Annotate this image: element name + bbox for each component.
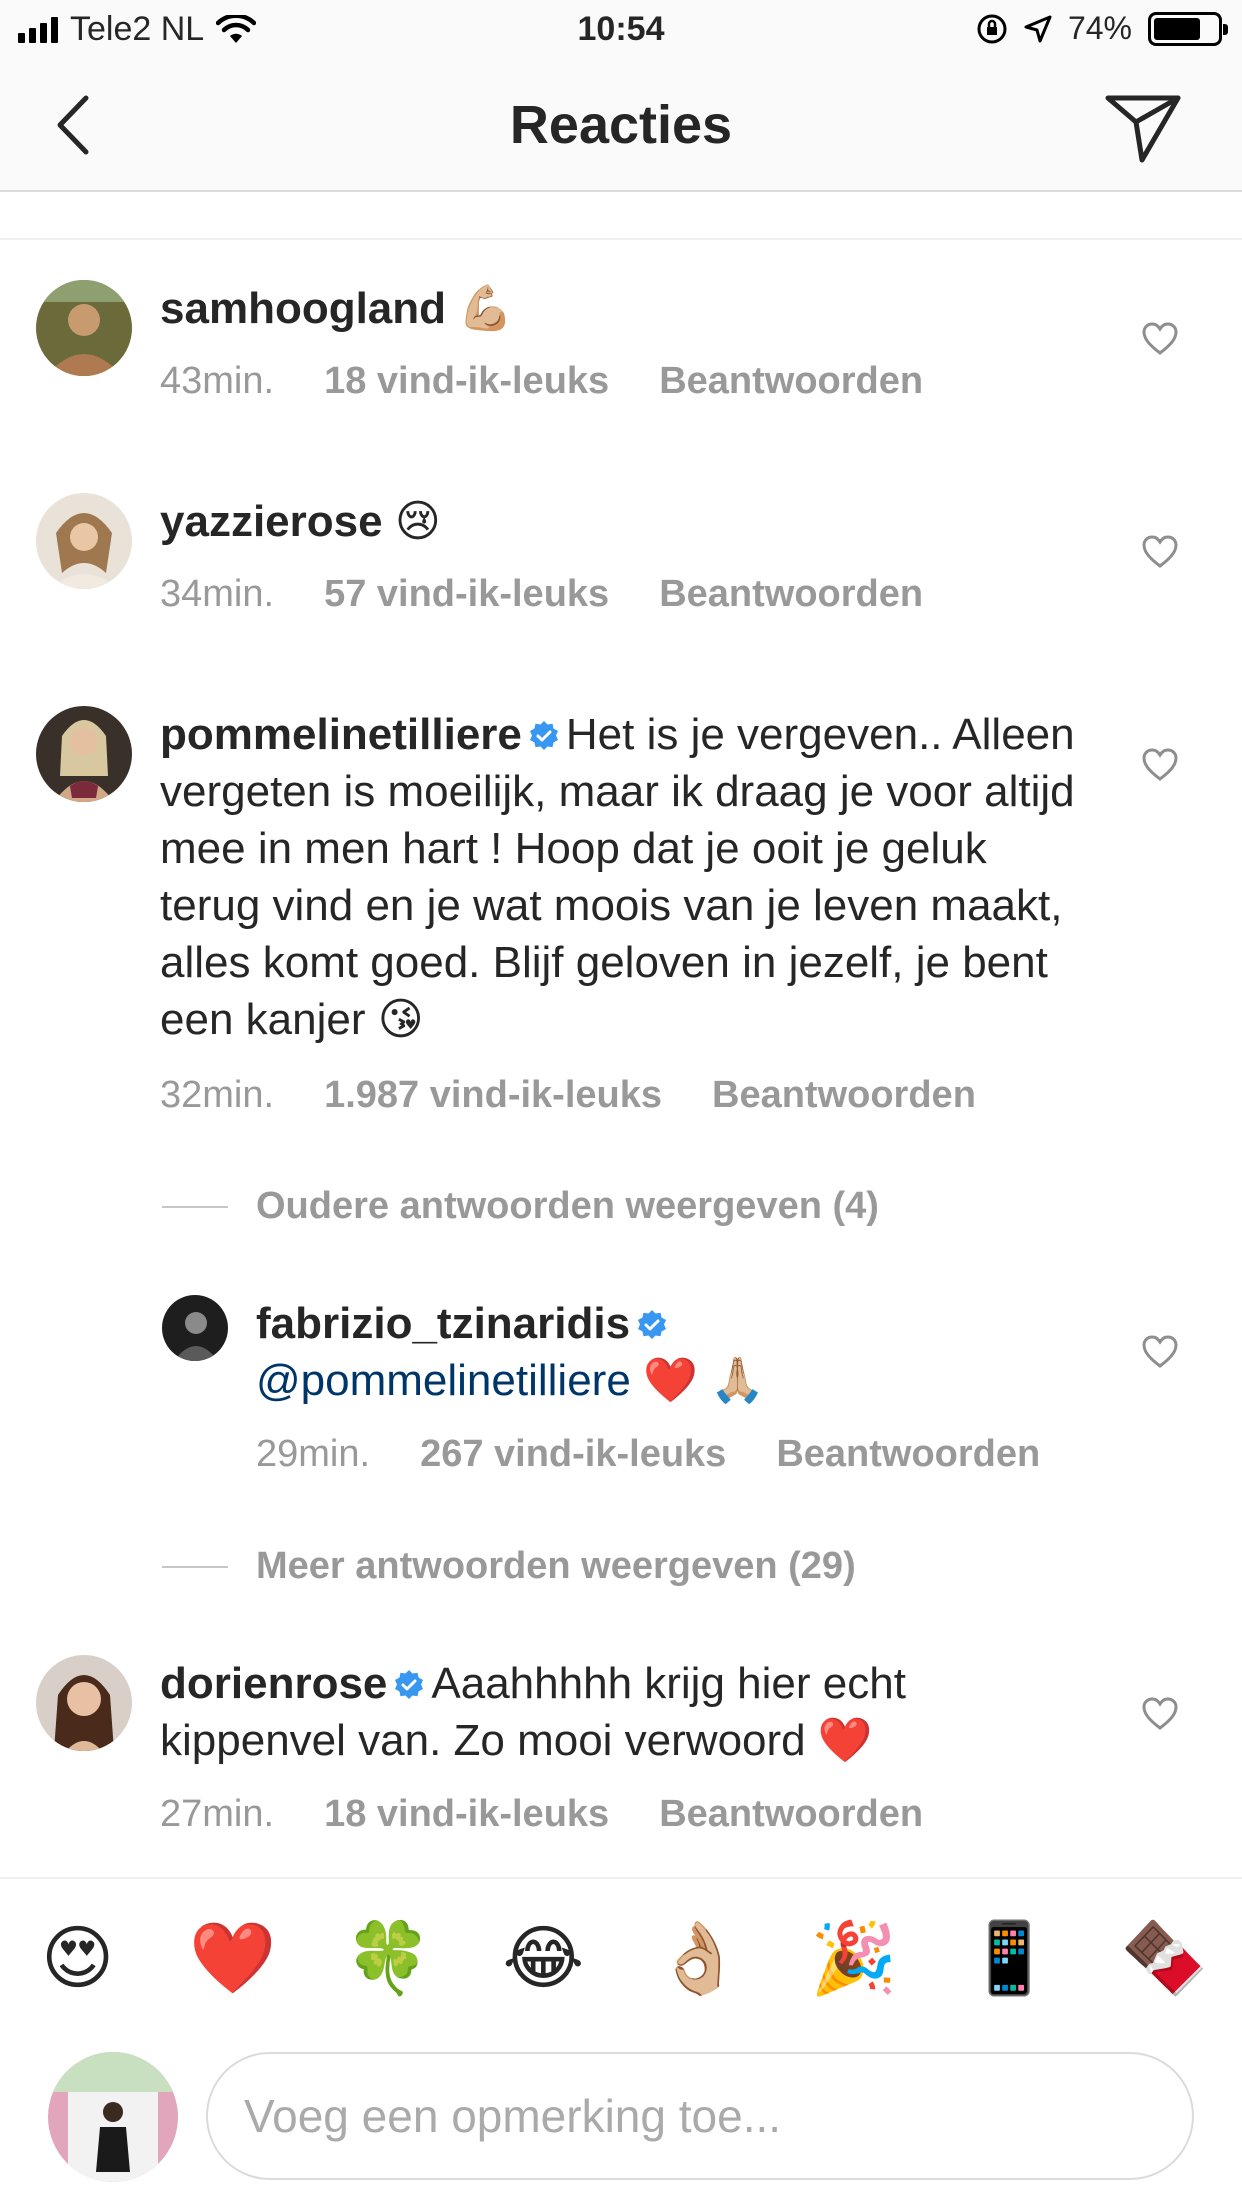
battery-fill bbox=[1154, 17, 1200, 40]
emoji-quick-bar: 😍 ❤️ 🍀 😂 👌🏼 🎉 📱 🍫 bbox=[0, 1914, 1242, 2002]
likes-count[interactable]: 18 vind-ik-leuks bbox=[324, 1793, 609, 1835]
emoji-ok-hand-button[interactable]: 👌🏼 bbox=[621, 1914, 776, 2002]
heart-icon[interactable] bbox=[1142, 322, 1178, 356]
timestamp: 29min. bbox=[256, 1433, 371, 1475]
timestamp: 32min. bbox=[160, 1074, 275, 1116]
username[interactable]: yazzierose bbox=[160, 497, 383, 546]
navigation-bar: Reacties bbox=[0, 62, 1242, 192]
status-bar: Tele2 NL 10:54 74% bbox=[0, 0, 1242, 62]
comment-text: samhoogland 💪🏼 bbox=[160, 280, 1120, 337]
emoji-clover-button[interactable]: 🍀 bbox=[311, 1914, 466, 2002]
likes-count[interactable]: 57 vind-ik-leuks bbox=[324, 573, 609, 615]
divider bbox=[0, 238, 1242, 240]
battery-percentage: 74% bbox=[1067, 10, 1132, 46]
location-arrow-icon bbox=[1024, 15, 1052, 42]
likes-count[interactable]: 267 vind-ik-leuks bbox=[420, 1433, 726, 1475]
divider bbox=[0, 1877, 1242, 1879]
verified-badge-icon bbox=[638, 1310, 667, 1339]
likes-count[interactable]: 1.987 vind-ik-leuks bbox=[324, 1074, 662, 1116]
avatar[interactable] bbox=[36, 493, 132, 589]
emoji-phone-button[interactable]: 📱 bbox=[932, 1914, 1087, 2002]
reply-button[interactable]: Beantwoorden bbox=[776, 1433, 1040, 1475]
comment-text: dorienrose Aaahhhhh krijg hier echt kippe… bbox=[160, 1655, 1080, 1769]
emoji-party-button[interactable]: 🎉 bbox=[776, 1914, 931, 2002]
reply-button[interactable]: Beantwoorden bbox=[712, 1074, 976, 1116]
reply-content: ❤️ 🙏🏼 bbox=[643, 1356, 765, 1405]
username[interactable]: pommelinetilliere bbox=[160, 710, 522, 759]
comment-content: 💪🏼 bbox=[458, 284, 514, 333]
page-title: Reacties bbox=[509, 95, 733, 155]
comment-meta: 32min. 1.987 vind-ik-leuks Beantwoorden bbox=[160, 1074, 1026, 1117]
heart-icon[interactable] bbox=[1142, 1697, 1178, 1731]
comment-meta: 43min. 18 vind-ik-leuks Beantwoorden bbox=[160, 360, 973, 403]
timestamp: 34min. bbox=[160, 573, 275, 615]
reply-button[interactable]: Beantwoorden bbox=[659, 360, 923, 402]
comment-meta: 34min. 57 vind-ik-leuks Beantwoorden bbox=[160, 573, 973, 616]
reply-text: fabrizio_tzinaridis @pommelinetilliere ❤… bbox=[256, 1295, 1116, 1409]
avatar[interactable] bbox=[162, 1295, 228, 1361]
rotation-lock-icon bbox=[977, 14, 1007, 43]
view-older-replies-button[interactable]: Oudere antwoorden weergeven (4) bbox=[162, 1185, 879, 1228]
avatar[interactable] bbox=[36, 1655, 132, 1751]
heart-icon[interactable] bbox=[1142, 748, 1178, 782]
comment-input[interactable] bbox=[206, 2052, 1194, 2180]
heart-icon[interactable] bbox=[1142, 1335, 1178, 1369]
status-right: 74% bbox=[976, 10, 1228, 47]
divider bbox=[162, 1565, 228, 1568]
older-replies-label: Oudere antwoorden weergeven (4) bbox=[256, 1185, 879, 1227]
emoji-laughing-button[interactable]: 😂 bbox=[466, 1914, 621, 2002]
comment-meta: 29min. 267 vind-ik-leuks Beantwoorden bbox=[256, 1433, 1090, 1476]
comment-text: yazzierose 😢 bbox=[160, 493, 1120, 550]
username[interactable]: dorienrose bbox=[160, 1659, 387, 1708]
timestamp: 27min. bbox=[160, 1793, 275, 1835]
battery-icon bbox=[1148, 11, 1228, 46]
paper-plane-icon[interactable] bbox=[1102, 84, 1184, 166]
comment-text: pommelinetilliere Het is je vergeven.. Al… bbox=[160, 706, 1080, 1048]
emoji-heart-button[interactable]: ❤️ bbox=[155, 1914, 310, 2002]
username[interactable]: fabrizio_tzinaridis bbox=[256, 1299, 630, 1348]
avatar[interactable] bbox=[36, 706, 132, 802]
comment-meta: 27min. 18 vind-ik-leuks Beantwoorden bbox=[160, 1793, 973, 1836]
timestamp: 43min. bbox=[160, 360, 275, 402]
my-avatar bbox=[48, 2052, 178, 2182]
reply-button[interactable]: Beantwoorden bbox=[659, 573, 923, 615]
heart-icon[interactable] bbox=[1142, 535, 1178, 569]
verified-badge-icon bbox=[395, 1670, 424, 1699]
avatar[interactable] bbox=[36, 280, 132, 376]
view-more-replies-button[interactable]: Meer antwoorden weergeven (29) bbox=[162, 1545, 856, 1588]
divider bbox=[162, 1205, 228, 1208]
likes-count[interactable]: 18 vind-ik-leuks bbox=[324, 360, 609, 402]
emoji-heart-eyes-button[interactable]: 😍 bbox=[0, 1914, 155, 2002]
comment-content: 😢 bbox=[394, 497, 441, 546]
emoji-chocolate-button[interactable]: 🍫 bbox=[1087, 1914, 1242, 2002]
reply-button[interactable]: Beantwoorden bbox=[659, 1793, 923, 1835]
verified-badge-icon bbox=[529, 721, 558, 750]
username[interactable]: samhoogland bbox=[160, 284, 446, 333]
mention-link[interactable]: @pommelinetilliere bbox=[256, 1356, 631, 1405]
more-replies-label: Meer antwoorden weergeven (29) bbox=[256, 1545, 856, 1587]
comment-content: Het is je vergeven.. Alleen vergeten is … bbox=[160, 710, 1075, 1044]
